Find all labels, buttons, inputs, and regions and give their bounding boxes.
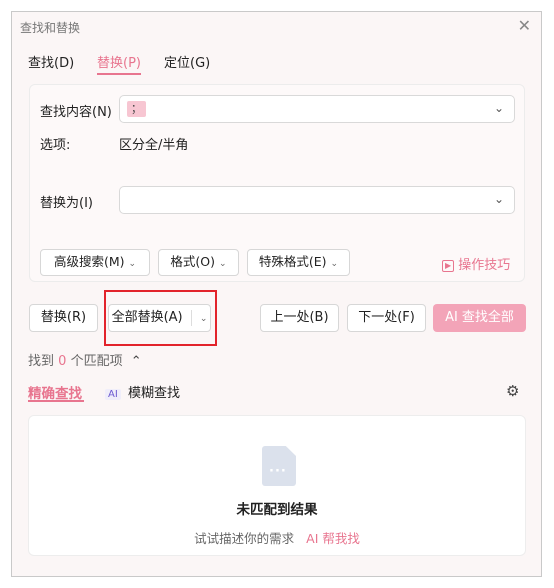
format-label: 格式(O)	[170, 254, 216, 269]
fuzzy-search-label: 模糊查找	[127, 386, 180, 401]
tab-replace[interactable]: 替换(P)	[97, 52, 141, 75]
tab-find[interactable]: 查找(D)	[28, 52, 74, 71]
tab-exact-search[interactable]: 精确查找	[28, 382, 82, 402]
advanced-search-button[interactable]: 高级搜索(M) ⌄	[40, 249, 150, 276]
window-title: 查找和替换	[20, 21, 81, 35]
empty-hint-row: 试试描述你的需求 AI 帮我找	[29, 528, 525, 547]
match-count: 0	[58, 354, 67, 369]
tips-label: 操作技巧	[458, 258, 511, 273]
special-format-label: 特殊格式(E)	[258, 254, 327, 269]
chevron-down-icon[interactable]: ⌄	[494, 101, 504, 115]
next-button[interactable]: 下一处(F)	[347, 304, 426, 332]
tab-goto[interactable]: 定位(G)	[164, 52, 210, 71]
chevron-up-icon[interactable]: ⌃	[131, 354, 142, 369]
chevron-down-icon: ⌄	[128, 259, 137, 269]
match-suffix: 个匹配项	[70, 354, 123, 369]
ai-help-link[interactable]: AI 帮我找	[306, 531, 360, 546]
match-prefix: 找到	[28, 354, 55, 369]
highlight-box	[104, 290, 217, 346]
format-button[interactable]: 格式(O) ⌄	[158, 249, 239, 276]
ai-badge: AI	[105, 389, 121, 400]
ai-find-all-button[interactable]: AI 查找全部	[433, 304, 526, 332]
empty-document-icon: ···	[262, 446, 296, 486]
chevron-down-icon: ⌄	[330, 259, 339, 269]
find-label: 查找内容(N)	[40, 105, 112, 120]
find-input[interactable]: ； ⌄	[119, 95, 515, 123]
chevron-down-icon: ⌄	[219, 259, 227, 269]
find-replace-dialog: 查找和替换 ✕ 查找(D) 替换(P) 定位(G) 查找内容(N) ； ⌄ 选项…	[11, 11, 542, 577]
empty-hint: 试试描述你的需求	[194, 531, 295, 546]
prev-button[interactable]: 上一处(B)	[260, 304, 339, 332]
active-mode-underline	[28, 400, 84, 402]
empty-title: 未匹配到结果	[236, 502, 318, 518]
options-label: 选项:	[40, 138, 71, 153]
replace-button[interactable]: 替换(R)	[29, 304, 98, 332]
special-format-button[interactable]: 特殊格式(E) ⌄	[247, 249, 350, 276]
replace-input[interactable]: ⌄	[119, 186, 515, 214]
options-value: 区分全/半角	[119, 138, 189, 153]
settings-icon[interactable]: ⚙	[506, 382, 519, 400]
play-icon: ▶	[442, 259, 455, 272]
tips-link[interactable]: ▶ 操作技巧	[442, 254, 510, 273]
chevron-down-icon[interactable]: ⌄	[494, 192, 504, 206]
advanced-search-label: 高级搜索(M)	[53, 254, 125, 269]
replace-label: 替换为(I)	[40, 196, 93, 211]
close-icon[interactable]: ✕	[518, 16, 531, 35]
tab-fuzzy-search[interactable]: AI 模糊查找	[105, 382, 180, 401]
match-summary: 找到 0 个匹配项 ⌃	[28, 350, 142, 369]
find-value: ；	[127, 101, 146, 117]
results-panel: ··· 未匹配到结果 试试描述你的需求 AI 帮我找	[28, 415, 526, 556]
